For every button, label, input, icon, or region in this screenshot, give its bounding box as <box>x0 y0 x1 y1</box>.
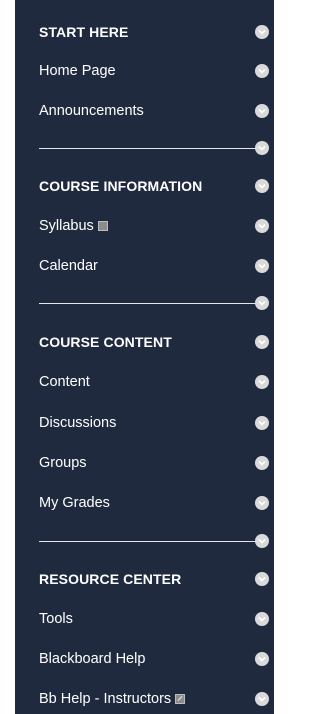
section-header-label: COURSE CONTENT <box>39 334 172 350</box>
menu-item-label: Home Page <box>39 63 116 79</box>
menu-divider <box>39 141 269 155</box>
menu-item-label: Tools <box>39 611 73 627</box>
chevron-down-icon[interactable] <box>255 612 269 626</box>
section-header-course-content[interactable]: COURSE CONTENT <box>15 322 274 362</box>
chevron-down-icon[interactable] <box>255 652 269 666</box>
section-header-resource-center[interactable]: RESOURCE CENTER <box>15 559 274 599</box>
menu-item-syllabus[interactable]: Syllabus <box>15 206 274 246</box>
menu-item-label: My Grades <box>39 495 110 511</box>
menu-item-tools[interactable]: Tools <box>15 599 274 639</box>
chevron-down-icon[interactable] <box>255 456 269 470</box>
file-icon <box>97 221 108 231</box>
chevron-down-icon[interactable] <box>255 572 269 586</box>
menu-item-groups[interactable]: Groups <box>15 443 274 483</box>
menu-item-calendar[interactable]: Calendar <box>15 246 274 286</box>
menu-divider <box>39 296 269 310</box>
chevron-down-icon[interactable] <box>255 141 269 155</box>
menu-item-label: Blackboard Help <box>39 651 146 667</box>
menu-item-announcements[interactable]: Announcements <box>15 91 274 131</box>
menu-item-bb-help-instructors[interactable]: Bb Help - Instructors <box>15 679 274 714</box>
menu-item-label: Groups <box>39 455 87 471</box>
chevron-down-icon[interactable] <box>255 496 269 510</box>
menu-item-content[interactable]: Content <box>15 362 274 402</box>
chevron-down-icon[interactable] <box>255 416 269 430</box>
chevron-down-icon[interactable] <box>255 64 269 78</box>
chevron-down-icon[interactable] <box>255 692 269 706</box>
chevron-down-icon[interactable] <box>255 335 269 349</box>
chevron-down-icon[interactable] <box>255 25 269 39</box>
menu-item-blackboard-help[interactable]: Blackboard Help <box>15 639 274 679</box>
menu-item-discussions[interactable]: Discussions <box>15 403 274 443</box>
chevron-down-icon[interactable] <box>255 296 269 310</box>
external-link-icon <box>175 694 186 704</box>
menu-item-label: Announcements <box>39 103 144 119</box>
menu-item-home-page[interactable]: Home Page <box>15 51 274 91</box>
menu-item-label: Bb Help - Instructors <box>39 691 172 707</box>
chevron-down-icon[interactable] <box>255 179 269 193</box>
menu-item-my-grades[interactable]: My Grades <box>15 483 274 523</box>
chevron-down-icon[interactable] <box>255 259 269 273</box>
course-menu: START HERE Home Page Announcements COURS… <box>15 0 274 714</box>
chevron-down-icon[interactable] <box>255 104 269 118</box>
section-header-course-information[interactable]: COURSE INFORMATION <box>15 166 274 206</box>
chevron-down-icon[interactable] <box>255 219 269 233</box>
section-header-start-here[interactable]: START HERE <box>15 12 274 52</box>
menu-item-label: Syllabus <box>39 218 94 234</box>
chevron-down-icon[interactable] <box>255 534 269 548</box>
section-header-label: RESOURCE CENTER <box>39 571 182 587</box>
menu-divider <box>39 534 269 548</box>
menu-item-label: Calendar <box>39 258 98 274</box>
chevron-down-icon[interactable] <box>255 375 269 389</box>
section-header-label: COURSE INFORMATION <box>39 178 203 194</box>
menu-item-label: Content <box>39 374 90 390</box>
section-header-label: START HERE <box>39 24 129 40</box>
menu-item-label: Discussions <box>39 415 117 431</box>
